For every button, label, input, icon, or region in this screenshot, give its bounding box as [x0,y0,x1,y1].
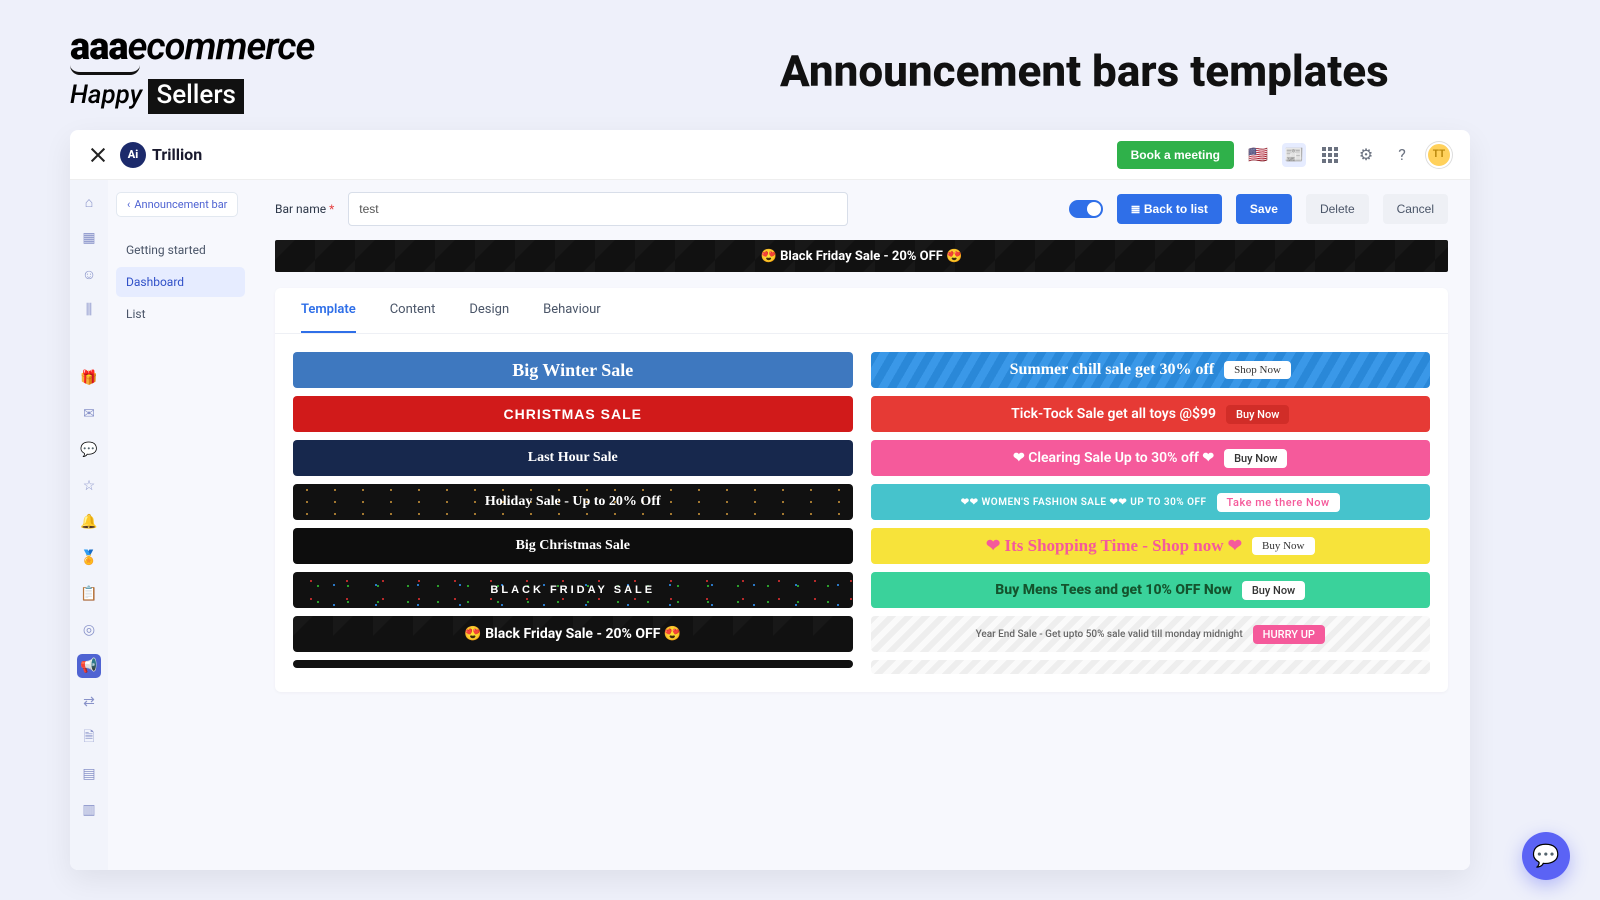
template-cta: Buy Now [1224,449,1287,468]
side-nav: ‹ Announcement bar Getting started Dashb… [108,180,253,870]
bar-name-input[interactable] [348,192,848,226]
template-shopping-time[interactable]: ❤ Its Shopping Time - Shop now ❤ Buy Now [871,528,1431,564]
megaphone-icon[interactable]: 📢 [77,654,101,678]
template-text: ❤ Its Shopping Time - Shop now ❤ [986,536,1242,556]
brand-sellers: Sellers [148,79,243,114]
chevron-left-icon: ‹ [127,198,130,211]
breadcrumb-back[interactable]: ‹ Announcement bar [116,192,238,217]
template-stub-right[interactable] [871,660,1431,674]
template-last-hour[interactable]: Last Hour Sale [293,440,853,476]
template-cta: Buy Now [1252,537,1314,555]
users-icon[interactable]: ☺ [77,262,101,286]
form-row: Bar name * ≣ Back to list Save Delete Ca… [275,192,1448,226]
save-button[interactable]: Save [1236,194,1292,224]
target-icon[interactable]: ◎ [77,618,101,642]
template-fashion[interactable]: ❤❤ WOMEN'S FASHION SALE ❤❤ UP TO 30% OFF… [871,484,1431,520]
template-text: Tick-Tock Sale get all toys @$99 [1011,406,1216,422]
live-preview-bar: 😍 Black Friday Sale - 20% OFF 😍 [275,240,1448,272]
template-text: ❤ Clearing Sale Up to 30% off ❤ [1013,450,1214,466]
avatar[interactable]: TT [1426,142,1452,168]
brand-ecommerce: ecommerce [128,25,315,69]
editor-card: Template Content Design Behaviour Big Wi… [275,288,1448,692]
sidebar-item-list[interactable]: List [116,299,245,329]
news-icon[interactable]: 📰 [1282,143,1306,167]
flow-icon[interactable]: ⇄ [77,690,101,714]
tabs: Template Content Design Behaviour [275,288,1448,334]
analytics-icon[interactable]: ⫼ [77,298,101,322]
book-meeting-button[interactable]: Book a meeting [1117,141,1234,169]
product-logo[interactable]: Ai Trillion [120,142,202,168]
template-gallery: Big Winter Sale CHRISTMAS SALE Last Hour… [275,334,1448,692]
page-icon[interactable]: ▤ [77,762,101,786]
apps-icon[interactable] [1318,143,1342,167]
template-cta: Buy Now [1226,405,1289,424]
delete-button[interactable]: Delete [1306,194,1369,224]
template-stub-left[interactable] [293,660,853,668]
template-black-friday-20[interactable]: 😍 Black Friday Sale - 20% OFF 😍 [293,616,853,652]
chat-icon[interactable]: 💬 [77,438,101,462]
template-summer[interactable]: Summer chill sale get 30% off Shop Now [871,352,1431,388]
star-icon[interactable]: ☆ [77,474,101,498]
doc-icon[interactable]: 🗎 [77,726,101,750]
enabled-toggle[interactable] [1069,200,1103,218]
gallery-col-right: Summer chill sale get 30% off Shop Now T… [871,352,1431,674]
mail-icon[interactable]: ✉ [77,402,101,426]
help-icon[interactable]: ? [1390,143,1414,167]
template-text: Year End Sale - Get upto 50% sale valid … [976,629,1243,640]
template-holiday[interactable]: Holiday Sale - Up to 20% Off [293,484,853,520]
marketing-logo: aaaecommerce Happy Sellers [70,25,314,114]
template-text: Summer chill sale get 30% off [1010,361,1215,379]
template-big-christmas[interactable]: Big Christmas Sale [293,528,853,564]
template-big-winter[interactable]: Big Winter Sale [293,352,853,388]
tab-content[interactable]: Content [390,302,436,333]
app-window: Ai Trillion Book a meeting 🇺🇸 📰 ⚙ ? TT ⌂… [70,130,1470,870]
tab-template[interactable]: Template [301,302,356,333]
sidebar-item-dashboard[interactable]: Dashboard [116,267,245,297]
template-text: ❤❤ WOMEN'S FASHION SALE ❤❤ UP TO 30% OFF [961,497,1207,508]
close-icon[interactable] [88,145,108,165]
badge-icon[interactable]: 🏅 [77,546,101,570]
topbar: Ai Trillion Book a meeting 🇺🇸 📰 ⚙ ? TT [70,130,1470,180]
template-tick-tock[interactable]: Tick-Tock Sale get all toys @$99 Buy Now [871,396,1431,432]
template-cta: Buy Now [1242,581,1305,600]
template-cta: Shop Now [1224,361,1291,379]
tab-behaviour[interactable]: Behaviour [543,302,601,333]
home-icon[interactable]: ⌂ [77,190,101,214]
main-panel: Bar name * ≣ Back to list Save Delete Ca… [253,180,1470,870]
tab-design[interactable]: Design [469,302,509,333]
dashboard-icon[interactable]: ▦ [77,226,101,250]
cancel-button[interactable]: Cancel [1383,194,1448,224]
product-name: Trillion [152,145,202,164]
chat-fab[interactable]: 💬 [1522,832,1570,880]
bar-name-label: Bar name * [275,202,334,216]
template-year-end[interactable]: Year End Sale - Get upto 50% sale valid … [871,616,1431,652]
brand-aaa: aaa [70,25,128,69]
template-christmas[interactable]: CHRISTMAS SALE [293,396,853,432]
bell-icon[interactable]: 🔔 [77,510,101,534]
template-mens-tees[interactable]: Buy Mens Tees and get 10% OFF Now Buy No… [871,572,1431,608]
brand-happy: Happy [70,80,142,110]
template-clearing[interactable]: ❤ Clearing Sale Up to 30% off ❤ Buy Now [871,440,1431,476]
marketing-title: Announcement bars templates [780,45,1389,97]
gear-icon[interactable]: ⚙ [1354,143,1378,167]
gift-icon[interactable]: 🎁 [77,366,101,390]
breadcrumb-label: Announcement bar [134,198,227,211]
clipboard-icon[interactable]: 📋 [77,582,101,606]
template-text: Buy Mens Tees and get 10% OFF Now [995,582,1232,598]
ai-badge: Ai [120,142,146,168]
sidebar-item-getting-started[interactable]: Getting started [116,235,245,265]
gallery-col-left: Big Winter Sale CHRISTMAS SALE Last Hour… [293,352,853,674]
back-to-list-button[interactable]: ≣ Back to list [1117,194,1222,224]
template-cta: HURRY UP [1253,625,1325,644]
template-black-friday[interactable]: BLACK FRIDAY SALE [293,572,853,608]
icon-rail: ⌂ ▦ ☺ ⫼ 🎁 ✉ 💬 ☆ 🔔 🏅 📋 ◎ 📢 ⇄ 🗎 ▤ ▥ [70,180,108,870]
template-cta: Take me there Now [1217,493,1340,512]
report-icon[interactable]: ▥ [77,798,101,822]
flag-icon[interactable]: 🇺🇸 [1246,143,1270,167]
